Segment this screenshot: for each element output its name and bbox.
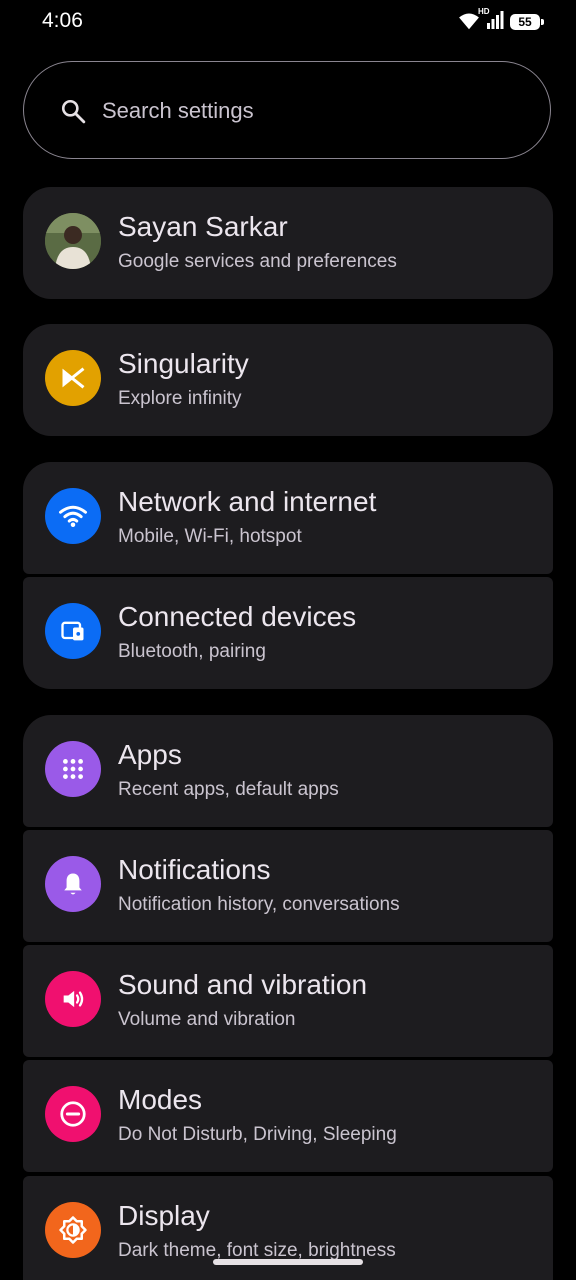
apps-grid-icon	[45, 741, 101, 797]
item-subtitle: Mobile, Wi-Fi, hotspot	[118, 526, 302, 547]
settings-item-modes[interactable]: Modes Do Not Disturb, Driving, Sleeping	[23, 1060, 553, 1172]
item-subtitle: Volume and vibration	[118, 1009, 296, 1030]
settings-item-connected-devices[interactable]: Connected devices Bluetooth, pairing	[23, 577, 553, 689]
settings-item-apps[interactable]: Apps Recent apps, default apps	[23, 715, 553, 827]
status-bar: 4:06 HD 55	[0, 0, 576, 44]
cellular-signal: HD	[478, 7, 504, 34]
item-title: Modes	[118, 1084, 203, 1115]
singularity-icon	[45, 350, 101, 406]
bell-icon	[45, 856, 101, 912]
account-name: Sayan Sarkar	[118, 211, 288, 242]
brightness-icon	[45, 1202, 101, 1258]
status-time: 4:06	[42, 9, 83, 32]
status-icons: HD 55	[458, 7, 544, 34]
wifi-icon	[45, 488, 101, 544]
account-card[interactable]: Sayan Sarkar Google services and prefere…	[23, 187, 553, 299]
avatar-image	[45, 213, 101, 269]
network-type-label: HD	[478, 6, 490, 16]
search-placeholder: Search settings	[102, 98, 254, 123]
item-subtitle: Do Not Disturb, Driving, Sleeping	[118, 1124, 397, 1145]
speaker-icon	[45, 971, 101, 1027]
settings-item-network[interactable]: Network and internet Mobile, Wi-Fi, hots…	[23, 462, 553, 574]
wifi-status-icon	[459, 13, 479, 30]
settings-item-notifications[interactable]: Notifications Notification history, conv…	[23, 830, 553, 942]
battery-level: 55	[518, 15, 532, 29]
search-icon	[61, 99, 86, 124]
settings-screen: 4:06 HD 55 Search settings Sayan Sarkar …	[0, 0, 576, 1280]
devices-icon	[45, 603, 101, 659]
battery-icon: 55	[510, 14, 544, 30]
settings-item-sound[interactable]: Sound and vibration Volume and vibration	[23, 945, 553, 1057]
home-gesture-bar[interactable]	[213, 1259, 363, 1265]
item-subtitle: Notification history, conversations	[118, 894, 400, 915]
search-bar[interactable]: Search settings	[23, 61, 551, 159]
item-title: Display	[118, 1200, 210, 1231]
settings-item-singularity[interactable]: Singularity Explore infinity	[23, 324, 553, 436]
item-title: Notifications	[118, 854, 271, 885]
item-title: Network and internet	[118, 486, 377, 517]
item-title: Connected devices	[118, 601, 357, 632]
item-subtitle: Explore infinity	[118, 388, 242, 409]
item-subtitle: Recent apps, default apps	[118, 779, 339, 800]
item-subtitle: Bluetooth, pairing	[118, 641, 266, 662]
item-title: Apps	[118, 739, 182, 770]
account-subtitle: Google services and preferences	[118, 251, 397, 272]
avatar	[45, 213, 101, 269]
item-title: Sound and vibration	[118, 969, 368, 1000]
item-title: Singularity	[118, 348, 249, 379]
do-not-disturb-icon	[45, 1086, 101, 1142]
